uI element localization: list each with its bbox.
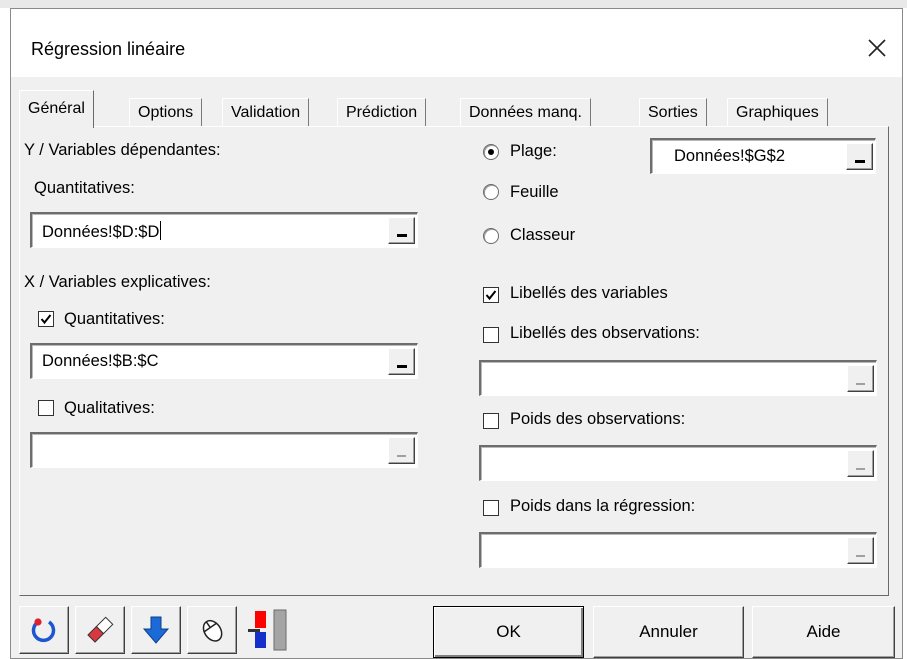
down-arrow-button[interactable] (131, 606, 181, 654)
plage-value: Données!$G$2 (674, 147, 785, 165)
libelles-variables-label: Libellés des variables (510, 284, 668, 302)
libelles-obs-field[interactable] (479, 360, 877, 396)
radio-selected-dot (488, 149, 494, 155)
colors-control[interactable] (243, 607, 303, 653)
eraser-icon (87, 616, 114, 643)
x-qual-range-button[interactable] (388, 437, 415, 464)
tab-sorties[interactable]: Sorties (639, 98, 707, 126)
tab-options[interactable]: Options (129, 98, 203, 126)
radio-classeur[interactable] (483, 228, 499, 244)
tab-strip: Général Options Validation Prédiction Do… (19, 89, 889, 128)
mouse-icon (202, 619, 223, 642)
tab-general[interactable]: Général (19, 90, 94, 128)
tab-prediction[interactable]: Prédiction (337, 98, 427, 126)
plage-range-button[interactable] (846, 143, 873, 170)
dialog-title: Régression linéaire (31, 39, 186, 59)
help-button[interactable]: Aide (752, 606, 895, 658)
reset-icon (31, 618, 56, 643)
colors-icon (248, 609, 287, 651)
range-select-icon (397, 455, 406, 457)
range-select-icon (856, 383, 865, 385)
range-select-icon (396, 365, 407, 368)
poids-obs-checkbox[interactable] (483, 413, 499, 429)
mouse-button[interactable] (187, 606, 237, 654)
poids-obs-field[interactable] (479, 445, 877, 481)
poids-reg-label: Poids dans la régression: (510, 497, 696, 515)
cancel-button[interactable]: Annuler (593, 606, 744, 658)
poids-reg-field[interactable] (479, 532, 877, 568)
tab-graphiques[interactable]: Graphiques (727, 98, 828, 126)
libelles-variables-checkbox[interactable] (483, 287, 499, 303)
range-select-icon (854, 160, 865, 163)
reset-button[interactable] (19, 606, 69, 654)
y-quant-value: Données!$D:$D (42, 223, 160, 241)
title-bar: Régression linéaire (11, 9, 902, 77)
x-quant-label: Quantitatives: (64, 310, 165, 328)
radio-feuille-label: Feuille (510, 183, 559, 201)
range-select-icon (396, 234, 407, 237)
poids-obs-label: Poids des observations: (510, 410, 686, 428)
x-quant-field[interactable]: Données!$B:$C (30, 343, 418, 379)
y-quant-field[interactable]: Données!$D:$D (30, 212, 418, 248)
poids-reg-range-button[interactable] (847, 537, 874, 564)
libelles-obs-label: Libellés des observations: (510, 324, 700, 342)
x-quant-value: Données!$B:$C (42, 352, 159, 370)
x-qual-label: Qualitatives: (64, 399, 155, 417)
y-quant-label: Quantitatives: (34, 179, 135, 197)
y-section-heading: Y / Variables dépendantes: (24, 141, 221, 159)
x-qual-checkbox[interactable] (38, 400, 54, 416)
tab-validation[interactable]: Validation (222, 98, 310, 126)
close-icon (868, 39, 886, 57)
poids-obs-range-button[interactable] (847, 450, 874, 477)
checkmark-icon (485, 290, 497, 301)
text-caret (160, 221, 162, 240)
tab-donnees-manquantes[interactable]: Données manq. (460, 98, 591, 126)
plage-field[interactable]: Données!$G$2 (650, 138, 876, 174)
tab-panel-general: Y / Variables dépendantes: Quantitatives… (19, 126, 889, 596)
dialog-window: Régression linéaire Général Options Vali… (10, 8, 903, 659)
radio-feuille[interactable] (483, 184, 499, 200)
eraser-button[interactable] (75, 606, 125, 654)
radio-plage[interactable] (483, 144, 499, 160)
radio-plage-label: Plage: (510, 142, 557, 160)
radio-classeur-label: Classeur (510, 226, 576, 244)
x-quant-checkbox[interactable] (38, 311, 54, 327)
poids-reg-checkbox[interactable] (483, 500, 499, 516)
y-quant-range-button[interactable] (388, 217, 415, 244)
ok-button[interactable]: OK (433, 606, 584, 658)
range-select-icon (856, 555, 865, 557)
close-button[interactable] (860, 31, 894, 65)
x-qual-field[interactable] (30, 432, 418, 468)
down-arrow-icon (142, 616, 170, 644)
range-select-icon (856, 468, 865, 470)
checkmark-icon (40, 314, 52, 325)
x-section-heading: X / Variables explicatives: (24, 273, 211, 291)
x-quant-range-button[interactable] (388, 348, 415, 375)
libelles-obs-checkbox[interactable] (483, 327, 499, 343)
libelles-obs-range-button[interactable] (847, 365, 874, 392)
background-strip (0, 0, 907, 8)
